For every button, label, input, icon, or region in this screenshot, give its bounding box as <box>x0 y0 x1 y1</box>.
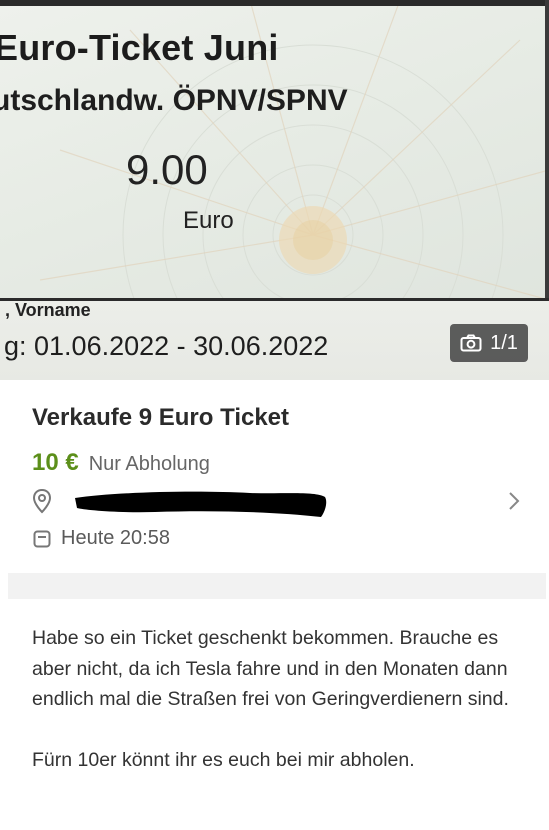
ticket-title: Euro-Ticket Juni <box>0 27 279 68</box>
description-paragraph-1: Habe so ein Ticket geschenkt bekommen. B… <box>32 627 509 710</box>
chevron-right-icon <box>509 492 520 510</box>
listing-photo[interactable]: Euro-Ticket Juni utschlandw. ÖPNV/SPNV 9… <box>0 0 549 380</box>
price-row: 10 € Nur Abholung <box>32 449 210 477</box>
posted-date: Heute 20:58 <box>61 527 170 549</box>
listing-price: 10 € <box>32 449 79 476</box>
ticket-name-label: , Vorname <box>5 300 91 320</box>
image-counter-text: 1/1 <box>490 331 518 354</box>
section-divider <box>8 573 546 599</box>
camera-icon <box>460 334 482 352</box>
shipping-option: Nur Abholung <box>88 453 210 475</box>
ticket-price: 9.00 <box>126 146 208 193</box>
listing-title: Verkaufe 9 Euro Ticket <box>32 404 290 431</box>
location-pin-icon <box>32 488 52 514</box>
posted-date-row: Heute 20:58 <box>33 527 170 550</box>
calendar-icon <box>33 530 51 547</box>
image-counter[interactable]: 1/1 <box>450 324 528 362</box>
description-paragraph-2: Fürn 10er könnt ihr es euch bei mir abho… <box>32 748 415 771</box>
photo-top-edge <box>0 0 549 6</box>
listing-description: Habe so ein Ticket geschenkt bekommen. B… <box>32 623 522 775</box>
ticket-subtitle: utschlandw. ÖPNV/SPNV <box>0 84 348 117</box>
redacted-location <box>75 491 327 517</box>
ticket-validity: g: 01.06.2022 - 30.06.2022 <box>4 331 329 361</box>
ticket-currency: Euro <box>183 207 234 234</box>
